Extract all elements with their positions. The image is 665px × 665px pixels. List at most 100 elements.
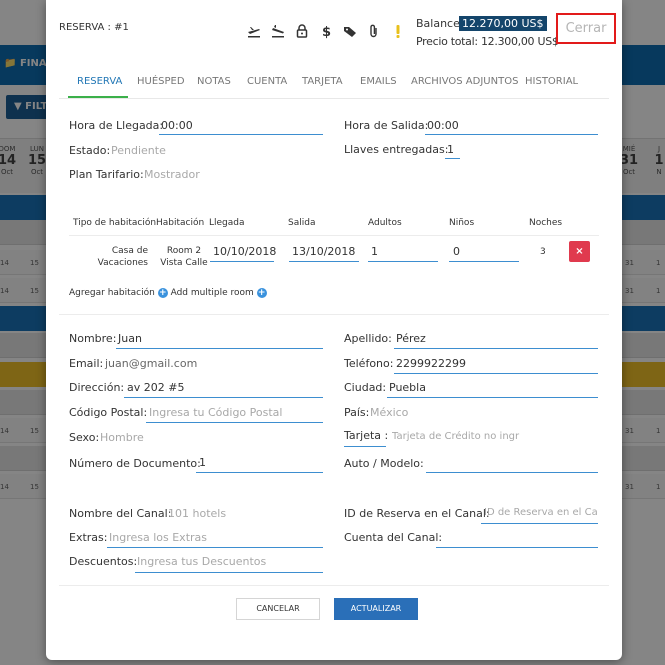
balance-value: 12.270,00 US$ <box>459 16 547 31</box>
col-header-arrival: Llegada <box>209 218 245 228</box>
keys-delivered-underline <box>445 158 460 159</box>
tab-notas[interactable]: NOTAS <box>197 76 231 87</box>
tab-emails[interactable]: EMAILS <box>360 76 397 87</box>
country-value[interactable]: México <box>370 406 408 419</box>
keys-delivered-input[interactable]: 1 <box>447 143 454 156</box>
tab-tarjeta[interactable]: TARJETA <box>302 76 343 87</box>
balance-label: Balance: <box>416 17 464 30</box>
extras-input[interactable]: Ingresa los Extras <box>109 531 207 544</box>
city-input[interactable]: Puebla <box>389 381 426 394</box>
room-children-underline <box>449 261 519 262</box>
exclamation-icon[interactable] <box>391 23 405 39</box>
extras-label: Extras: <box>69 531 108 544</box>
discounts-underline <box>135 572 323 573</box>
zip-underline <box>146 422 323 423</box>
channel-account-underline <box>436 547 598 548</box>
col-header-children: Niños <box>449 218 475 228</box>
arrival-time-label: Hora de Llegada: <box>69 119 164 132</box>
add-multiple-plus-icon[interactable]: + <box>256 288 267 298</box>
reservation-modal: RESERVA : #1 $ Balance: 12.270,00 US$ Pr… <box>46 0 622 660</box>
name-underline <box>116 348 323 349</box>
plane-arrival-icon[interactable] <box>271 23 285 39</box>
lastname-label: Apellido: <box>344 332 392 345</box>
total-price: Precio total: 12.300,00 US$ <box>416 35 559 48</box>
svg-text:$: $ <box>322 25 331 39</box>
table-header-divider <box>69 235 599 236</box>
document-number-underline <box>196 472 323 473</box>
col-header-departure: Salida <box>288 218 316 228</box>
discounts-label: Descuentos: <box>69 555 138 568</box>
reservation-icon-bar: $ <box>247 22 405 40</box>
channel-account-label: Cuenta del Canal: <box>344 531 443 544</box>
arrival-time-input[interactable]: 00:00 <box>161 119 193 132</box>
channel-name-label: Nombre del Canal: <box>69 507 172 520</box>
address-label: Dirección: <box>69 381 125 394</box>
city-underline <box>387 397 598 398</box>
section-divider <box>59 314 609 315</box>
card-input[interactable]: Tarjeta de Crédito no ingr <box>392 431 526 442</box>
cancel-button[interactable]: CANCELAR <box>236 598 320 620</box>
footer-divider <box>59 585 609 586</box>
phone-underline <box>394 373 598 374</box>
channel-reservation-id-underline <box>481 523 598 524</box>
room-type-cell: Casa de Vacaciones <box>97 246 148 268</box>
status-value[interactable]: Pendiente <box>111 144 166 157</box>
room-departure-input[interactable]: 13/10/2018 <box>292 245 355 258</box>
email-input[interactable]: juan@gmail.com <box>105 357 197 370</box>
update-button[interactable]: ACTUALIZAR <box>334 598 418 620</box>
lock-icon[interactable] <box>295 23 309 39</box>
paperclip-icon[interactable] <box>367 23 381 39</box>
plane-departure-icon[interactable] <box>247 23 261 39</box>
departure-time-input[interactable]: 00:00 <box>427 119 459 132</box>
document-number-label: Número de Documento: <box>69 457 201 470</box>
phone-input[interactable]: 2299922299 <box>396 357 466 370</box>
name-input[interactable]: Juan <box>118 332 142 345</box>
document-number-input[interactable]: 1 <box>199 456 206 469</box>
channel-name-value[interactable]: 101 hotels <box>168 507 226 520</box>
tab-reserva[interactable]: RESERVA <box>77 76 122 87</box>
departure-time-label: Hora de Salida: <box>344 119 429 132</box>
tags-icon[interactable] <box>343 23 357 39</box>
col-header-room: Habitación <box>156 218 205 228</box>
car-model-label: Auto / Modelo: <box>344 457 424 470</box>
discounts-input[interactable]: Ingresa tus Descuentos <box>137 555 266 568</box>
card-label: Tarjeta : <box>344 429 389 442</box>
lastname-input[interactable]: Pérez <box>396 332 426 345</box>
status-label: Estado: <box>69 144 111 157</box>
channel-reservation-id-input[interactable]: ID de Reserva en el Ca <box>484 507 598 518</box>
reservation-title: RESERVA : #1 <box>59 22 129 33</box>
car-model-underline <box>426 472 598 473</box>
tab-historial[interactable]: HISTORIAL <box>525 76 578 87</box>
name-label: Nombre: <box>69 332 117 345</box>
room-children-input[interactable]: 0 <box>453 245 460 258</box>
sex-value[interactable]: Hombre <box>100 431 144 444</box>
rate-plan-value[interactable]: Mostrador <box>144 168 200 181</box>
sex-label: Sexo: <box>69 431 100 444</box>
email-label: Email: <box>69 357 104 370</box>
dollar-icon[interactable]: $ <box>319 23 333 39</box>
delete-room-button[interactable]: × <box>569 241 590 262</box>
departure-time-underline <box>425 134 598 135</box>
address-input[interactable]: av 202 #5 <box>127 381 184 394</box>
add-multiple-room-link[interactable]: Add multiple room <box>171 288 254 298</box>
room-adults-input[interactable]: 1 <box>371 245 378 258</box>
lastname-underline <box>394 348 598 349</box>
keys-delivered-label: Llaves entregadas: <box>344 143 449 156</box>
country-label: País: <box>344 406 370 419</box>
add-room-row: Agregar habitación + Add multiple room + <box>69 288 267 298</box>
extras-underline <box>107 547 323 548</box>
zip-input[interactable]: Ingresa tu Código Postal <box>149 406 282 419</box>
room-arrival-input[interactable]: 10/10/2018 <box>213 245 276 258</box>
tab-cuenta[interactable]: CUENTA <box>247 76 287 87</box>
add-room-plus-icon[interactable]: + <box>157 288 168 298</box>
city-label: Ciudad: <box>344 381 387 394</box>
card-label-underline <box>344 446 386 447</box>
arrival-time-underline <box>159 134 323 135</box>
room-arrival-underline <box>210 261 274 262</box>
tab-huesped[interactable]: HUÉSPED <box>137 76 185 87</box>
close-button[interactable]: Cerrar <box>556 13 616 44</box>
rate-plan-label: Plan Tarifario: <box>69 168 144 181</box>
add-room-link[interactable]: Agregar habitación <box>69 288 155 298</box>
tab-archivos-adjuntos[interactable]: ARCHIVOS ADJUNTOS <box>411 76 518 87</box>
col-header-adults: Adultos <box>368 218 402 228</box>
